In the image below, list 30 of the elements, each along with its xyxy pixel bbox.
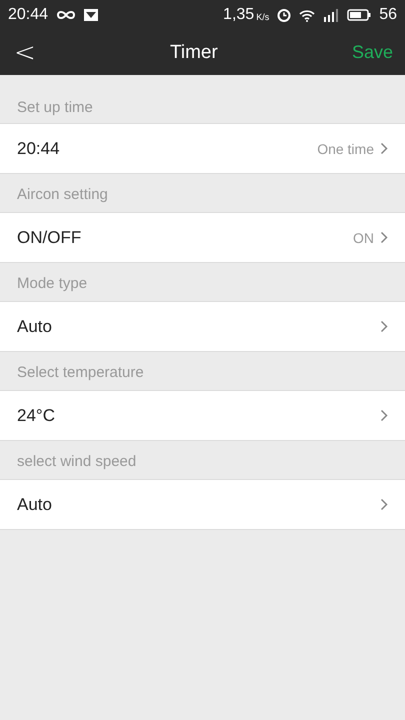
- network-speed: 1,35: [223, 6, 254, 24]
- setting-row[interactable]: ON/OFF ON: [0, 213, 405, 263]
- setting-row[interactable]: Auto: [0, 480, 405, 530]
- battery-level: 56: [379, 6, 397, 24]
- screen-title: Timer: [170, 42, 218, 64]
- chevron-right-icon: [380, 231, 388, 244]
- setting-row[interactable]: 24°C: [0, 391, 405, 441]
- signal-icon: [323, 8, 340, 22]
- chevron-right-icon: [380, 142, 388, 155]
- setting-value: Auto: [17, 316, 52, 336]
- setting-value: ON/OFF: [17, 228, 82, 248]
- setting-value: 24°C: [17, 406, 55, 426]
- setting-value: 20:44: [17, 138, 60, 158]
- setting-detail: ON: [353, 230, 374, 246]
- alarm-icon: [277, 8, 292, 22]
- status-time: 20:44: [8, 6, 48, 24]
- setting-row[interactable]: 20:44 One time: [0, 124, 405, 174]
- battery-icon: [347, 9, 372, 21]
- save-button[interactable]: Save: [348, 42, 397, 63]
- setting-value: Auto: [17, 494, 52, 514]
- infinity-icon: [56, 9, 76, 21]
- speed-unit: K/s: [256, 12, 270, 22]
- image-icon: [84, 9, 98, 21]
- chevron-right-icon: [380, 320, 388, 333]
- setting-detail: One time: [317, 140, 374, 156]
- chevron-right-icon: [380, 409, 388, 422]
- wifi-icon: [299, 8, 316, 22]
- setting-row[interactable]: Auto: [0, 302, 405, 352]
- chevron-right-icon: [380, 498, 388, 511]
- back-button[interactable]: <: [10, 38, 40, 68]
